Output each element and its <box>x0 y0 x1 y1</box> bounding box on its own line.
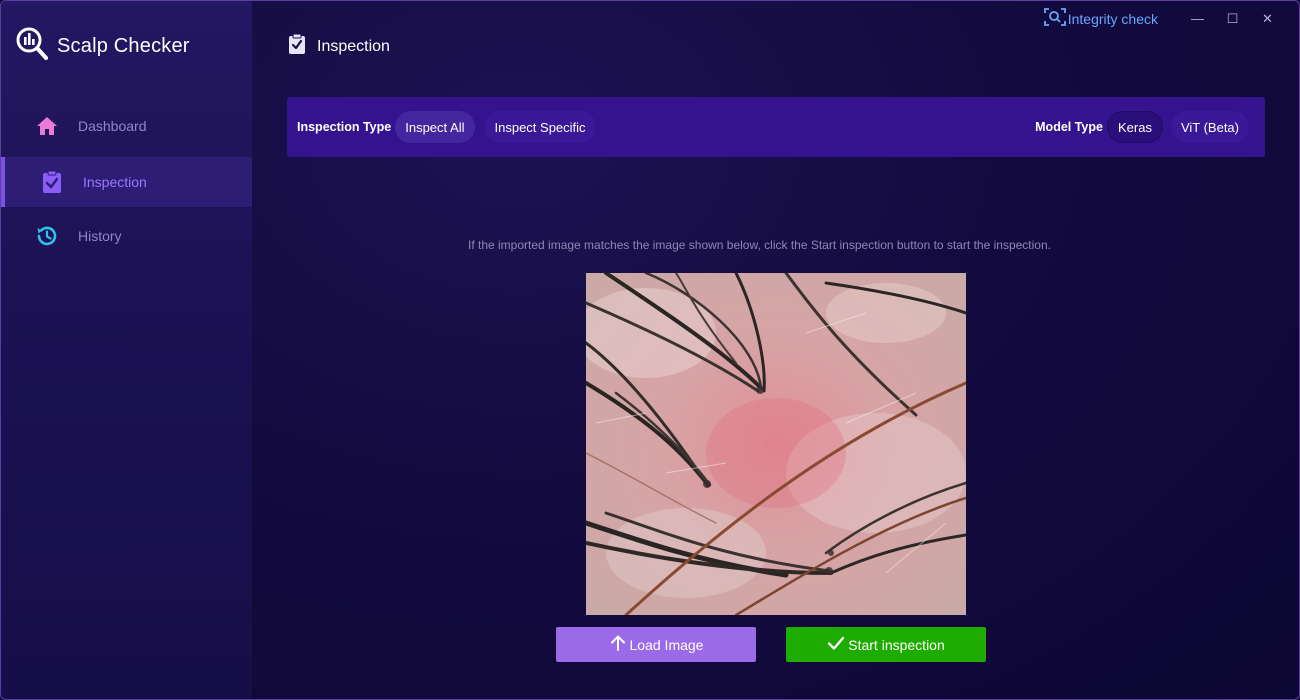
instruction-hint: If the imported image matches the image … <box>468 238 1051 252</box>
load-image-label: Load Image <box>629 636 704 653</box>
sidebar-item-label: Dashboard <box>78 118 147 134</box>
keras-option[interactable]: Keras <box>1106 111 1163 143</box>
inspect-all-option[interactable]: Inspect All <box>395 111 475 143</box>
integrity-check-label: Integrity check <box>1067 10 1158 27</box>
check-icon <box>827 634 848 655</box>
sidebar: Scalp Checker Dashboard Inspection Histo… <box>1 1 252 699</box>
sidebar-item-inspection[interactable]: Inspection <box>1 157 252 207</box>
start-inspection-button[interactable]: Start inspection <box>786 627 986 662</box>
inspection-type-label: Inspection Type <box>297 120 392 134</box>
close-button[interactable]: ✕ <box>1250 10 1285 28</box>
brand: Scalp Checker <box>16 27 190 66</box>
sidebar-item-label: Inspection <box>83 174 147 190</box>
start-inspection-label: Start inspection <box>848 636 945 653</box>
home-icon <box>34 113 60 139</box>
app-logo-icon <box>16 27 48 66</box>
scan-search-icon <box>1043 7 1068 30</box>
scalp-image-preview <box>586 273 966 615</box>
sidebar-item-label: History <box>78 228 122 244</box>
scalp-image <box>586 273 966 615</box>
model-type-label: Model Type <box>1035 120 1103 134</box>
minimize-button[interactable]: — <box>1180 10 1215 28</box>
titlebar-controls: Integrity check — ☐ ✕ <box>1043 7 1285 30</box>
page-title: Inspection <box>317 37 390 55</box>
load-image-button[interactable]: Load Image <box>556 627 756 662</box>
vit-beta-option[interactable]: ViT (Beta) <box>1170 111 1249 143</box>
maximize-button[interactable]: ☐ <box>1215 10 1250 28</box>
integrity-check-button[interactable]: Integrity check <box>1043 7 1158 30</box>
inspect-specific-option[interactable]: Inspect Specific <box>484 111 596 143</box>
page-header: Inspection <box>288 33 390 60</box>
clipboard-check-icon <box>288 33 306 60</box>
clipboard-check-icon <box>39 169 65 195</box>
app-title: Scalp Checker <box>57 35 190 57</box>
history-icon <box>34 223 60 249</box>
sidebar-item-dashboard[interactable]: Dashboard <box>1 101 252 151</box>
options-toolbar: Inspection Type Inspect All Inspect Spec… <box>287 97 1265 157</box>
sidebar-item-history[interactable]: History <box>1 211 252 261</box>
arrow-up-icon <box>609 634 630 655</box>
app-window: Scalp Checker Dashboard Inspection Histo… <box>0 0 1300 700</box>
